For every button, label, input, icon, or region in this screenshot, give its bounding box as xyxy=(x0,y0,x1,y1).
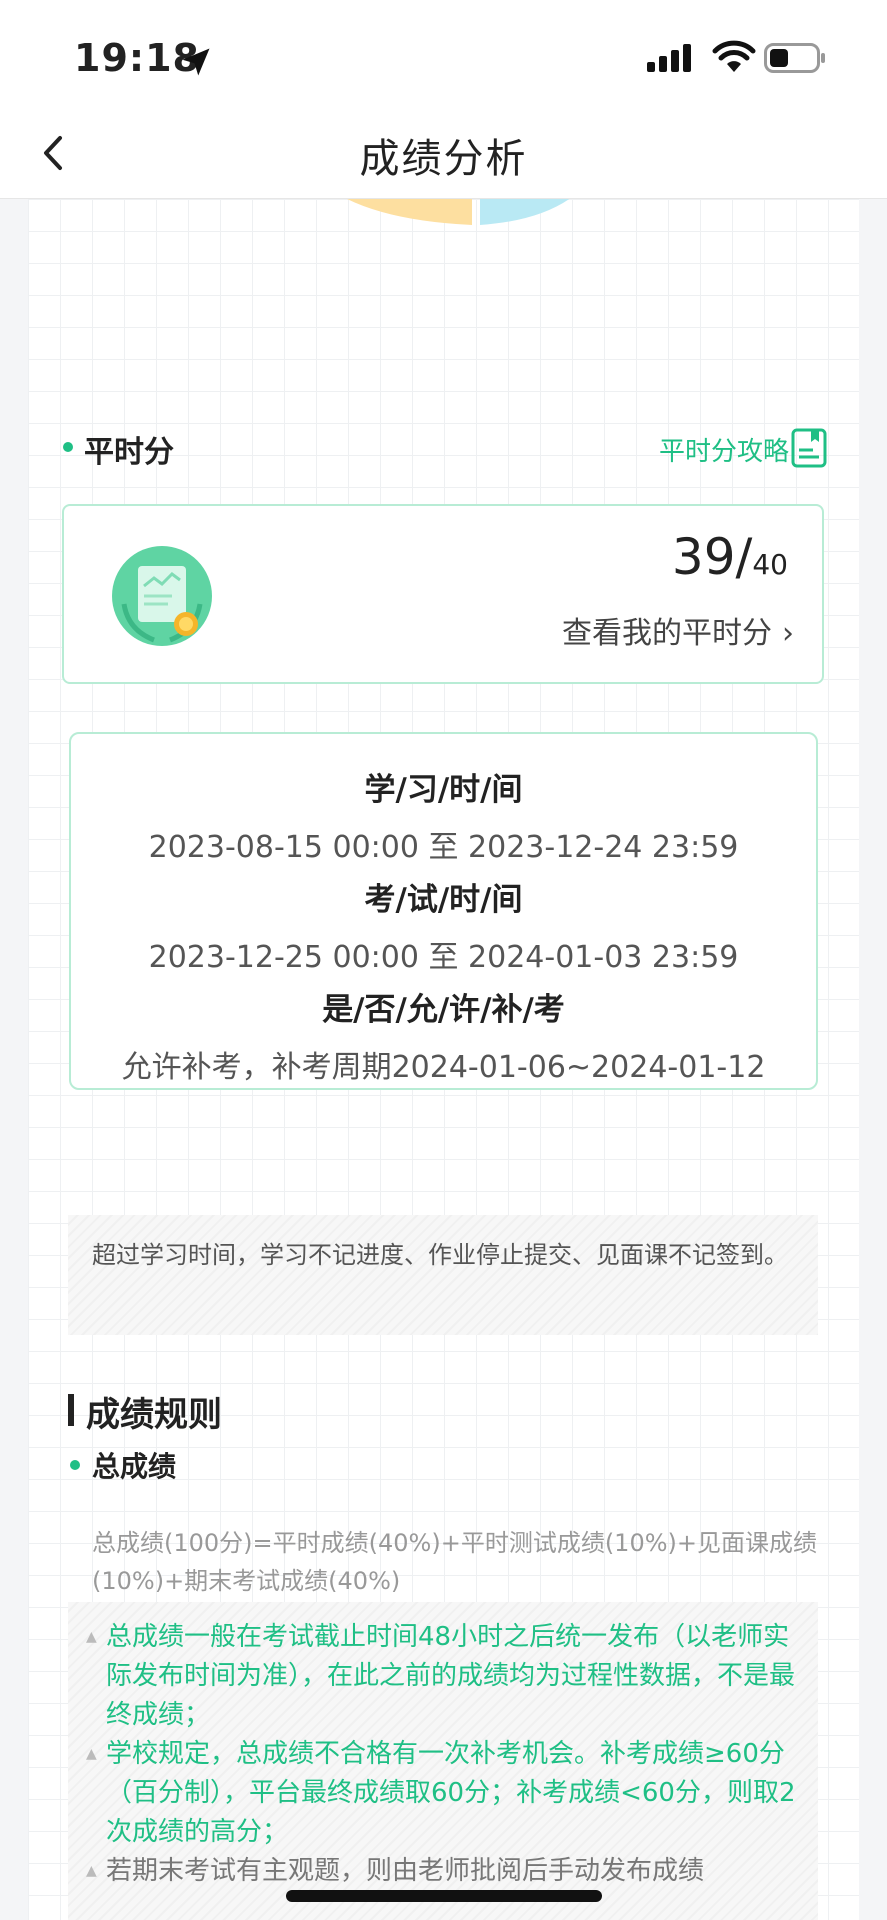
total-score-title: 总成绩 xyxy=(92,1450,177,1483)
score-total: 40 xyxy=(752,548,788,581)
note-text: 若期末考试有主观题，则由老师批阅后手动发布成绩 xyxy=(106,1856,705,1886)
view-link-label: 查看我的平时分 xyxy=(562,616,772,651)
exam-time-value: 2023-12-25 00:00 至 2024-01-03 23:59 xyxy=(148,940,739,975)
section-dot xyxy=(63,442,73,452)
schedule-card: 学/习/时/间 2023-08-15 00:00 至 2023-12-24 23… xyxy=(69,732,818,1090)
cellular-signal-icon xyxy=(647,44,691,72)
study-time-notice: 超过学习时间，学习不记进度、作业停止提交、见面课不记签到。 xyxy=(68,1215,818,1335)
page-title: 成绩分析 xyxy=(359,136,528,182)
score-analysis-content: 平时分 平时分攻略 39/40 查看我的平时分 › 学/习/时/间 2023-08… xyxy=(28,199,859,1920)
nav-bar: 成绩分析 xyxy=(0,110,887,199)
wifi-icon xyxy=(712,40,756,72)
bullet-icon: ▲ xyxy=(86,1629,97,1645)
study-time-label: 学/习/时/间 xyxy=(364,772,523,808)
bullet-icon: ▲ xyxy=(86,1863,97,1879)
note-item: ▲ 总成绩一般在考试截止时间48小时之后统一发布（以老师实际发布时间为准），在此… xyxy=(86,1618,798,1735)
section-dot xyxy=(70,1460,80,1470)
note-item: ▲ 若期末考试有主观题，则由老师批阅后手动发布成绩 xyxy=(86,1852,798,1891)
guide-book-icon[interactable] xyxy=(791,428,827,468)
makeup-allowed-label: 是/否/允/许/补/考 xyxy=(322,992,565,1028)
regular-score-value: 39/40 xyxy=(672,528,788,586)
battery-icon xyxy=(764,43,825,73)
makeup-allowed-value: 允许补考，补考周期2024-01-06~2024-01-12 xyxy=(121,1050,766,1085)
section-bar xyxy=(68,1394,74,1426)
study-time-value: 2023-08-15 00:00 至 2023-12-24 23:59 xyxy=(148,830,739,865)
regular-score-guide-link[interactable]: 平时分攻略 xyxy=(659,431,789,468)
note-text: 总成绩一般在考试截止时间48小时之后统一发布（以老师实际发布时间为准），在此之前… xyxy=(106,1622,796,1730)
note-text: 学校规定，总成绩不合格有一次补考机会。补考成绩≥60分（百分制），平台最终成绩取… xyxy=(106,1739,796,1847)
location-arrow-icon xyxy=(182,48,210,76)
note-item: ▲ 学校规定，总成绩不合格有一次补考机会。补考成绩≥60分（百分制），平台最终成… xyxy=(86,1735,798,1852)
score-rules-notes: ▲ 总成绩一般在考试截止时间48小时之后统一发布（以老师实际发布时间为准），在此… xyxy=(68,1602,818,1920)
regular-score-card[interactable]: 39/40 查看我的平时分 › xyxy=(62,504,824,684)
home-indicator[interactable] xyxy=(286,1890,602,1902)
view-my-regular-score-link[interactable]: 查看我的平时分 › xyxy=(562,608,794,652)
score-earned: 39/ xyxy=(671,528,753,586)
pie-chart-fragment xyxy=(347,199,570,225)
chevron-right-icon: › xyxy=(782,616,794,651)
regular-score-title: 平时分 xyxy=(84,435,174,470)
status-bar: 19:18 xyxy=(0,0,887,110)
certificate-medal-icon xyxy=(112,546,212,646)
exam-time-label: 考/试/时/间 xyxy=(364,882,523,918)
bullet-icon: ▲ xyxy=(86,1746,97,1762)
score-rules-title: 成绩规则 xyxy=(86,1395,222,1435)
total-score-formula: 总成绩(100分)=平时成绩(40%)+平时测试成绩(10%)+见面课成绩(10… xyxy=(92,1529,818,1595)
